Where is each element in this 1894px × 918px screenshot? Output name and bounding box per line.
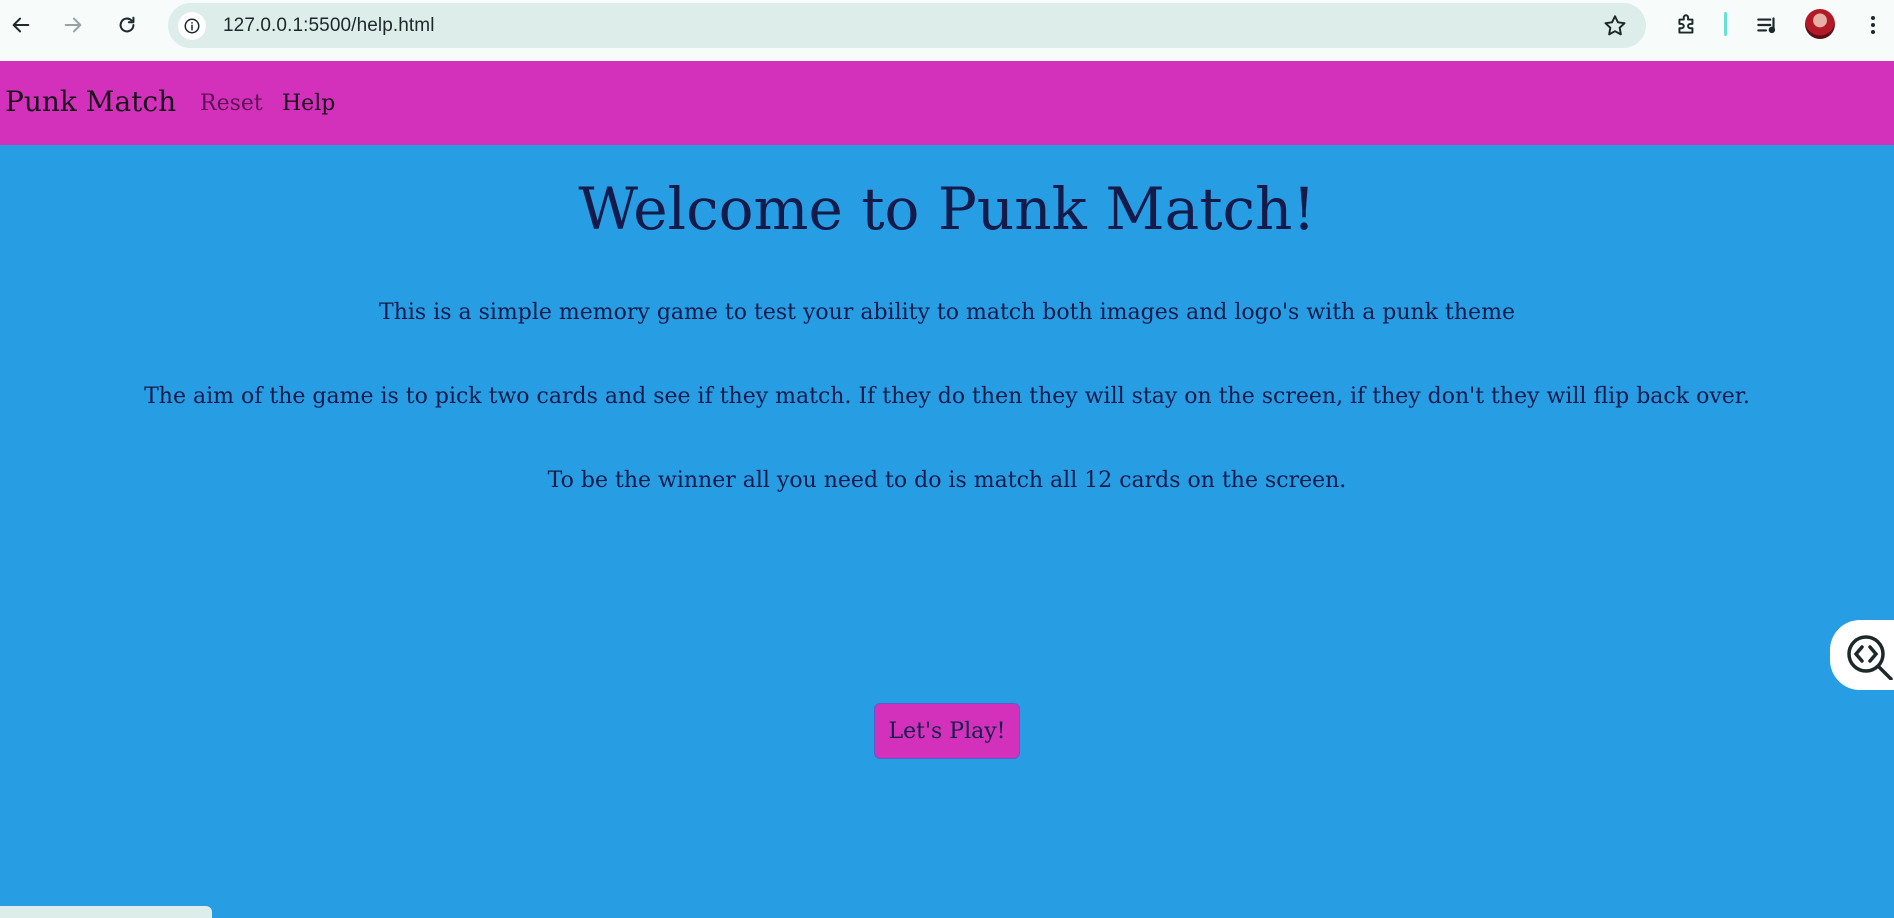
rules-paragraph: The aim of the game is to pick two cards… [144,384,1750,409]
extensions-icon[interactable] [1672,10,1702,40]
back-arrow-icon[interactable] [6,10,36,40]
intro-paragraph: This is a simple memory game to test you… [379,300,1515,325]
site-navbar: Punk Match Reset Help [0,61,1894,145]
lets-play-button[interactable]: Let's Play! [874,703,1020,759]
address-bar[interactable]: 127.0.0.1:5500/help.html [168,3,1646,48]
browser-toolbar: 127.0.0.1:5500/help.html [0,0,1894,61]
toolbar-divider [1724,12,1727,36]
more-menu-icon[interactable] [1858,10,1888,40]
inspect-code-icon[interactable] [1830,620,1894,690]
profile-avatar[interactable] [1805,9,1835,39]
star-icon[interactable] [1602,13,1628,39]
url-text[interactable]: 127.0.0.1:5500/help.html [223,15,435,37]
brand-link[interactable]: Punk Match [5,85,176,118]
help-content: Welcome to Punk Match! This is a simple … [0,145,1894,915]
site-info-icon[interactable] [178,12,206,40]
win-condition-paragraph: To be the winner all you need to do is m… [547,468,1347,493]
page-title: Welcome to Punk Match! [578,175,1316,243]
nav-link-help[interactable]: Help [282,91,335,116]
nav-link-reset[interactable]: Reset [200,91,263,116]
forward-arrow-icon[interactable] [58,10,88,40]
reload-icon[interactable] [112,10,142,40]
media-control-icon[interactable] [1752,10,1782,40]
status-bubble [0,906,212,918]
